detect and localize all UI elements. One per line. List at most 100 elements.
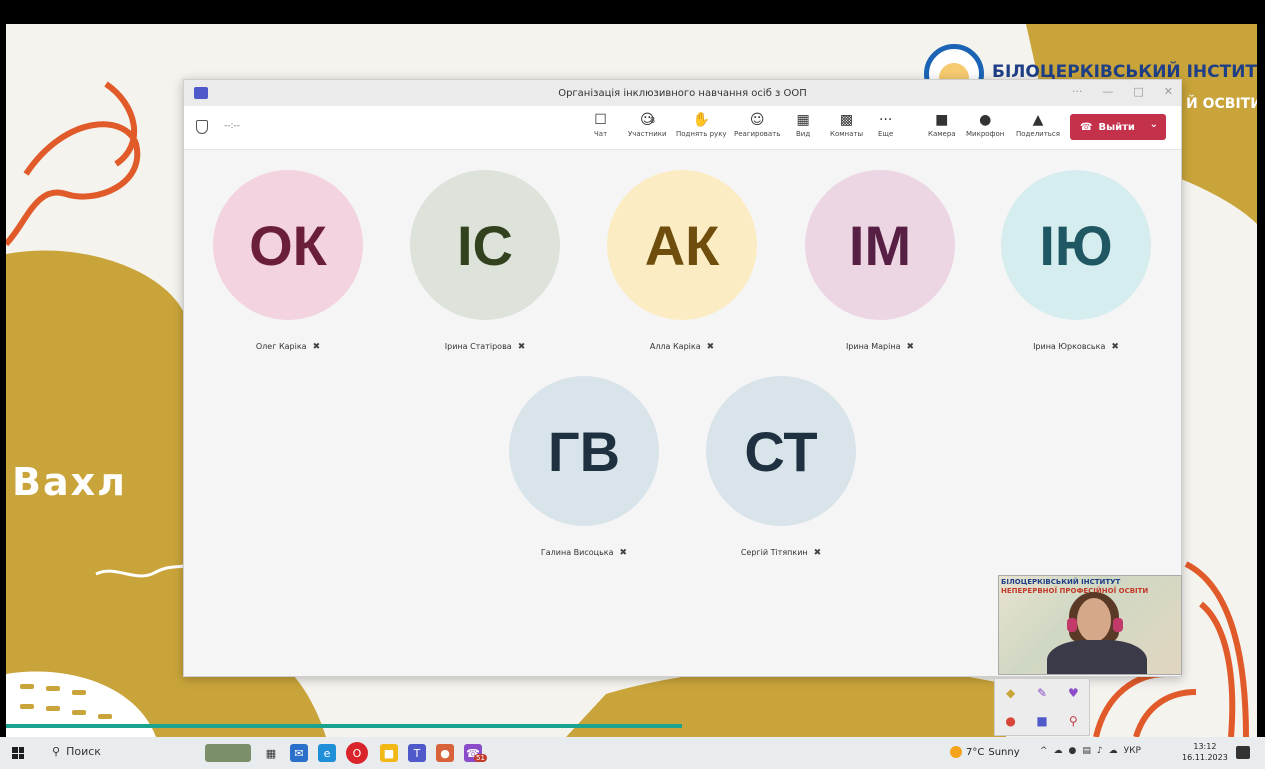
grid-view-icon: ▦ — [796, 112, 810, 128]
smiley-icon: ☺ — [749, 112, 765, 128]
taskbar-search[interactable]: ⚲ Поиск — [52, 745, 101, 758]
meeting-timer: --:-- — [224, 121, 241, 131]
participant-name-row: Ірина Статірова ✖ — [385, 342, 585, 352]
system-tray: ^ ☁ ● ▤ ♪ ☁ УКР — [1040, 746, 1141, 756]
window-maximize-button[interactable]: □ — [1133, 85, 1143, 98]
microphone-button[interactable]: ● Микрофон — [966, 110, 1004, 138]
react-button[interactable]: ☺ Реагировать — [734, 110, 780, 138]
onedrive-icon[interactable]: ☁ — [1054, 746, 1063, 756]
phone-hangup-icon: ☎ — [1080, 121, 1093, 133]
participant-tile[interactable]: ІЮ Ірина Юрковська ✖ — [976, 170, 1176, 352]
avatar: ГВ — [509, 376, 659, 526]
language-indicator[interactable]: УКР — [1124, 746, 1141, 756]
share-button[interactable]: ▲ Поделиться — [1016, 110, 1060, 138]
mic-muted-icon: ✖ — [813, 548, 822, 558]
clock-time: 13:12 — [1193, 742, 1217, 751]
participant-name-row: Олег Каріка ✖ — [188, 342, 388, 352]
participants-button[interactable]: ☺ 8 Участники — [628, 110, 667, 138]
tray-pen-icon[interactable]: ✎ — [1037, 686, 1047, 700]
participant-tile[interactable]: ІМ Ірина Маріна ✖ — [780, 170, 980, 352]
leave-button[interactable]: ☎ Выйти ⌄ — [1070, 114, 1166, 140]
avatar: АК — [607, 170, 757, 320]
rooms-button[interactable]: ▩ Комнаты — [830, 110, 863, 138]
raise-hand-button[interactable]: ✋ Поднять руку — [676, 110, 727, 138]
task-view-icon[interactable]: ▦ — [262, 744, 280, 762]
participant-name-row: Ірина Юрковська ✖ — [976, 342, 1176, 352]
news-widget-icon[interactable] — [205, 744, 251, 762]
view-button[interactable]: ▦ Вид — [796, 110, 810, 138]
clock-date: 16.11.2023 — [1182, 753, 1228, 762]
camera-icon: ■ — [935, 112, 949, 128]
temperature: 7°C — [966, 746, 985, 758]
avatar: СТ — [706, 376, 856, 526]
volume-icon[interactable]: ♪ — [1097, 746, 1103, 756]
window-title: Організація інклюзивного навчання осіб з… — [558, 87, 807, 99]
participant-name: Сергій Тітяпкин — [740, 548, 808, 557]
weather-widget[interactable]: 7°C Sunny — [950, 746, 1020, 758]
participant-name-row: Алла Каріка ✖ — [582, 342, 782, 352]
edge-icon[interactable]: e — [318, 744, 336, 762]
sun-icon — [950, 746, 962, 758]
participant-tile[interactable]: ОК Олег Каріка ✖ — [188, 170, 388, 352]
chevron-up-icon[interactable]: ^ — [1040, 746, 1048, 756]
mail-icon[interactable]: ✉ — [290, 744, 308, 762]
self-video-preview[interactable]: БІЛОЦЕРКІВСЬКИЙ ІНСТИТУТ НЕПЕРЕРВНОЇ ПРО… — [998, 575, 1182, 675]
window-close-button[interactable]: ✕ — [1164, 85, 1173, 98]
taskbar-clock[interactable]: 13:12 16.11.2023 — [1182, 741, 1228, 763]
tray-heart-icon[interactable]: ♥ — [1068, 686, 1079, 700]
video-header-text: БІЛОЦЕРКІВСЬКИЙ ІНСТИТУТ — [1001, 578, 1121, 586]
tray-pin-icon[interactable]: ⚲ — [1069, 714, 1078, 728]
leave-label: Выйти — [1098, 121, 1135, 133]
participants-count: 8 — [650, 116, 656, 125]
weather-condition: Sunny — [988, 746, 1020, 758]
participants-label: Участники — [628, 130, 667, 138]
react-label: Реагировать — [734, 130, 781, 138]
slide-heading-fragment: Вахл — [12, 460, 127, 504]
rooms-icon: ▩ — [839, 112, 854, 128]
notification-badge: 51 — [474, 754, 487, 762]
camera-label: Камера — [928, 130, 956, 138]
rooms-label: Комнаты — [830, 130, 864, 138]
teams-icon[interactable]: T — [408, 744, 426, 762]
participant-tile[interactable]: АК Алла Каріка ✖ — [582, 170, 782, 352]
opera-icon[interactable]: O — [346, 742, 368, 764]
network-icon[interactable]: ▤ — [1082, 746, 1091, 756]
cloud-icon[interactable]: ☁ — [1109, 746, 1118, 756]
mic-icon[interactable]: ● — [1069, 746, 1077, 756]
file-explorer-icon[interactable]: ■ — [380, 744, 398, 762]
tray-teams-icon[interactable]: ■ — [1036, 714, 1047, 728]
participant-name: Галина Висоцька — [540, 548, 614, 557]
meeting-toolbar: --:-- ☐ Чат ☺ 8 Участники ✋ Поднять руку… — [184, 106, 1181, 150]
mic-muted-icon: ✖ — [706, 342, 715, 352]
more-button[interactable]: ··· Еще — [878, 110, 893, 138]
more-label: Еще — [878, 130, 894, 138]
headphones-icon — [1067, 618, 1077, 632]
tray-shield-icon[interactable]: ◆ — [1006, 686, 1015, 700]
avatar: ІЮ — [1001, 170, 1151, 320]
person-body — [1047, 640, 1147, 674]
shield-icon — [196, 120, 208, 134]
window-minimize-button[interactable]: — — [1102, 85, 1113, 98]
search-icon: ⚲ — [52, 745, 61, 758]
participant-name-row: Сергій Тітяпкин ✖ — [681, 548, 881, 558]
participant-tile[interactable]: ГВ Галина Висоцька ✖ — [484, 376, 684, 558]
app-icon[interactable]: ● — [436, 744, 454, 762]
participant-tile[interactable]: ІС Ірина Статірова ✖ — [385, 170, 585, 352]
participant-tile[interactable]: СТ Сергій Тітяпкин ✖ — [681, 376, 881, 558]
mic-muted-icon: ✖ — [619, 548, 628, 558]
participant-name: Ірина Юрковська — [1033, 342, 1106, 351]
microphone-label: Микрофон — [966, 130, 1005, 138]
chat-button[interactable]: ☐ Чат — [594, 110, 607, 138]
camera-button[interactable]: ■ Камера — [928, 110, 956, 138]
share-label: Поделиться — [1016, 130, 1060, 138]
window-more-button[interactable]: ··· — [1072, 85, 1083, 98]
mic-muted-icon: ✖ — [1111, 342, 1119, 352]
chevron-down-icon[interactable]: ⌄ — [1150, 119, 1158, 130]
tray-chrome-icon[interactable]: ● — [1005, 714, 1015, 728]
video-progress-bar — [6, 724, 682, 728]
participant-name: Олег Каріка — [255, 342, 307, 351]
notifications-icon[interactable] — [1236, 746, 1250, 759]
participant-name-row: Галина Висоцька ✖ — [484, 548, 684, 558]
windows-start-icon[interactable] — [12, 747, 24, 759]
person-face — [1077, 598, 1111, 642]
